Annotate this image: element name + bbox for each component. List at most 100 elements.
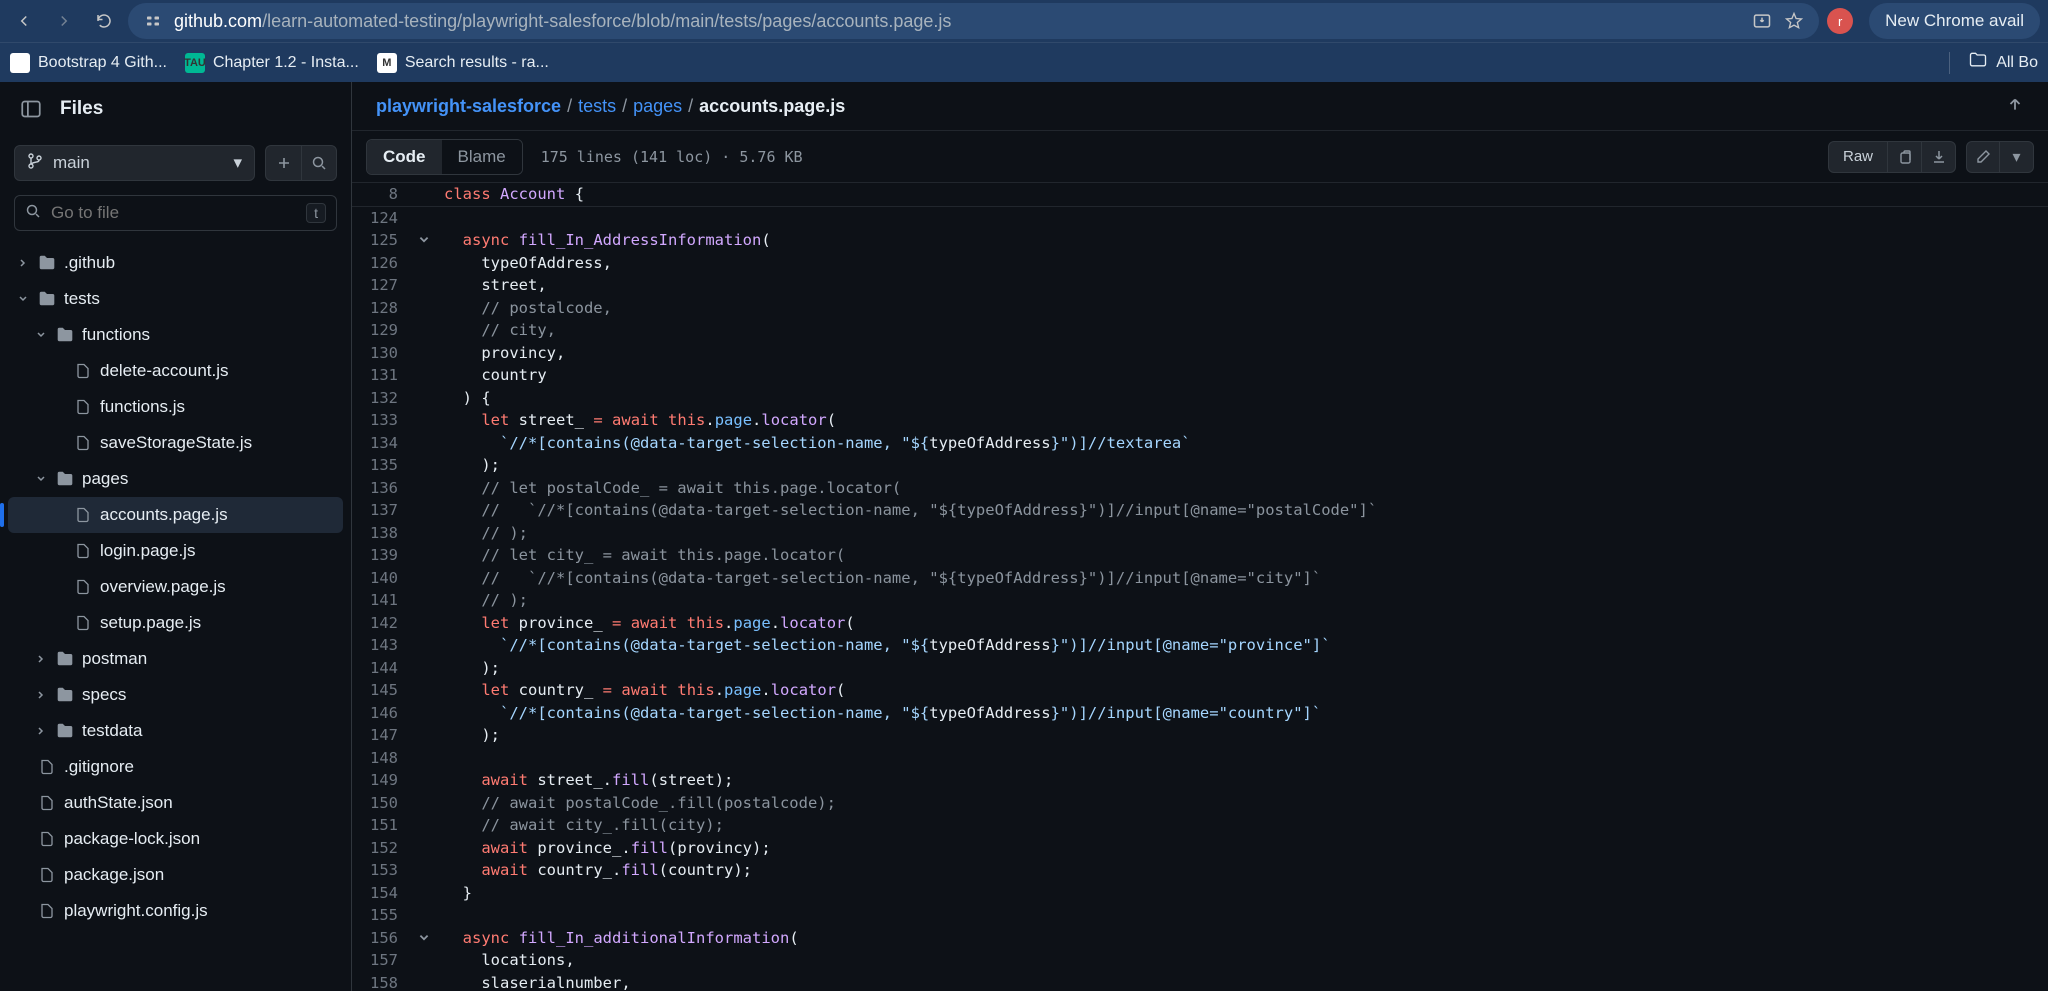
scroll-top-icon[interactable] [2006, 95, 2024, 118]
line-number[interactable]: 129 [352, 319, 412, 342]
line-number[interactable]: 136 [352, 477, 412, 500]
back-button[interactable] [8, 5, 40, 37]
panel-toggle-icon[interactable] [16, 94, 46, 124]
tree-folder[interactable]: functions [8, 317, 343, 353]
breadcrumb-tests[interactable]: tests [578, 96, 616, 117]
tree-file[interactable]: authState.json [8, 785, 343, 821]
line-number[interactable]: 157 [352, 949, 412, 972]
breadcrumb-pages[interactable]: pages [633, 96, 682, 117]
bookmark-item[interactable]: TAUChapter 1.2 - Insta... [185, 53, 359, 73]
tree-file[interactable]: accounts.page.js [8, 497, 343, 533]
bookmark-item[interactable]: MSearch results - ra... [377, 53, 549, 73]
tree-file[interactable]: functions.js [8, 389, 343, 425]
line-number[interactable]: 139 [352, 544, 412, 567]
line-number[interactable]: 156 [352, 927, 412, 950]
code-content: // let postalCode_ = await this.page.loc… [436, 477, 901, 500]
line-number[interactable]: 146 [352, 702, 412, 725]
line-number[interactable]: 150 [352, 792, 412, 815]
line-number[interactable]: 153 [352, 859, 412, 882]
search-files-button[interactable] [301, 145, 337, 181]
tree-folder[interactable]: specs [8, 677, 343, 713]
line-number[interactable]: 151 [352, 814, 412, 837]
tree-file[interactable]: delete-account.js [8, 353, 343, 389]
line-number[interactable]: 132 [352, 387, 412, 410]
code-line: 137 // `//*[contains(@data-target-select… [352, 499, 2048, 522]
line-number[interactable]: 125 [352, 229, 412, 252]
file-icon [74, 614, 92, 632]
url-bar[interactable]: github.com/learn-automated-testing/playw… [128, 3, 1819, 39]
add-file-button[interactable] [265, 145, 301, 181]
folder-icon [1968, 50, 1988, 75]
tree-file[interactable]: .gitignore [8, 749, 343, 785]
branch-selector[interactable]: main ▾ [14, 145, 255, 181]
line-number[interactable]: 145 [352, 679, 412, 702]
line-number[interactable]: 131 [352, 364, 412, 387]
tree-file[interactable]: playwright.config.js [8, 893, 343, 929]
tree-folder[interactable]: testdata [8, 713, 343, 749]
line-number[interactable]: 138 [352, 522, 412, 545]
line-number[interactable]: 135 [352, 454, 412, 477]
tree-folder[interactable]: pages [8, 461, 343, 497]
tree-folder[interactable]: tests [8, 281, 343, 317]
line-number[interactable]: 152 [352, 837, 412, 860]
line-number[interactable]: 137 [352, 499, 412, 522]
tree-file[interactable]: package.json [8, 857, 343, 893]
fold-toggle[interactable] [412, 229, 436, 252]
profile-avatar[interactable]: r [1827, 8, 1853, 34]
file-search[interactable]: t [14, 195, 337, 231]
copy-icon[interactable] [1888, 141, 1922, 173]
fold-toggle[interactable] [412, 927, 436, 950]
line-number[interactable]: 147 [352, 724, 412, 747]
line-number[interactable]: 140 [352, 567, 412, 590]
tree-folder[interactable]: postman [8, 641, 343, 677]
bookmark-star-icon[interactable] [1783, 10, 1805, 32]
forward-button[interactable] [48, 5, 80, 37]
tab-code[interactable]: Code [367, 140, 442, 174]
line-number[interactable]: 127 [352, 274, 412, 297]
line-number[interactable]: 158 [352, 972, 412, 991]
new-chrome-button[interactable]: New Chrome avail [1869, 3, 2040, 39]
breadcrumb-repo[interactable]: playwright-salesforce [376, 96, 561, 117]
line-number[interactable]: 133 [352, 409, 412, 432]
code-blame-toggle: Code Blame [366, 139, 523, 175]
code-line: 139 // let city_ = await this.page.locat… [352, 544, 2048, 567]
file-search-input[interactable] [51, 203, 296, 223]
code-content [436, 747, 444, 770]
line-number[interactable]: 130 [352, 342, 412, 365]
line-number[interactable]: 148 [352, 747, 412, 770]
all-bookmarks-button[interactable]: All Bo [1968, 50, 2038, 75]
download-icon[interactable] [1922, 141, 1956, 173]
tree-file[interactable]: package-lock.json [8, 821, 343, 857]
reload-button[interactable] [88, 5, 120, 37]
tree-item-label: tests [64, 289, 100, 309]
edit-icon[interactable] [1966, 141, 2000, 173]
tree-file[interactable]: setup.page.js [8, 605, 343, 641]
site-info-icon[interactable] [142, 10, 164, 32]
line-number[interactable]: 149 [352, 769, 412, 792]
line-number[interactable]: 8 [352, 183, 412, 206]
install-app-icon[interactable] [1751, 10, 1773, 32]
code-view[interactable]: 8 class Account { 124125 async fill_In_A… [352, 183, 2048, 991]
fold-toggle [412, 589, 436, 612]
line-number[interactable]: 126 [352, 252, 412, 275]
line-number[interactable]: 143 [352, 634, 412, 657]
tree-file[interactable]: login.page.js [8, 533, 343, 569]
line-number[interactable]: 141 [352, 589, 412, 612]
line-number[interactable]: 155 [352, 904, 412, 927]
more-actions-icon[interactable]: ▾ [2000, 141, 2034, 173]
line-number[interactable]: 144 [352, 657, 412, 680]
line-number[interactable]: 154 [352, 882, 412, 905]
raw-button[interactable]: Raw [1828, 141, 1888, 173]
tree-file[interactable]: saveStorageState.js [8, 425, 343, 461]
line-number[interactable]: 124 [352, 207, 412, 230]
tree-file[interactable]: overview.page.js [8, 569, 343, 605]
line-number[interactable]: 128 [352, 297, 412, 320]
tree-folder[interactable]: .github [8, 245, 343, 281]
fold-toggle [412, 837, 436, 860]
tab-blame[interactable]: Blame [442, 140, 522, 174]
file-icon [38, 758, 56, 776]
bookmark-item[interactable]: Bootstrap 4 Gith... [10, 53, 167, 73]
fold-toggle [412, 792, 436, 815]
line-number[interactable]: 142 [352, 612, 412, 635]
line-number[interactable]: 134 [352, 432, 412, 455]
